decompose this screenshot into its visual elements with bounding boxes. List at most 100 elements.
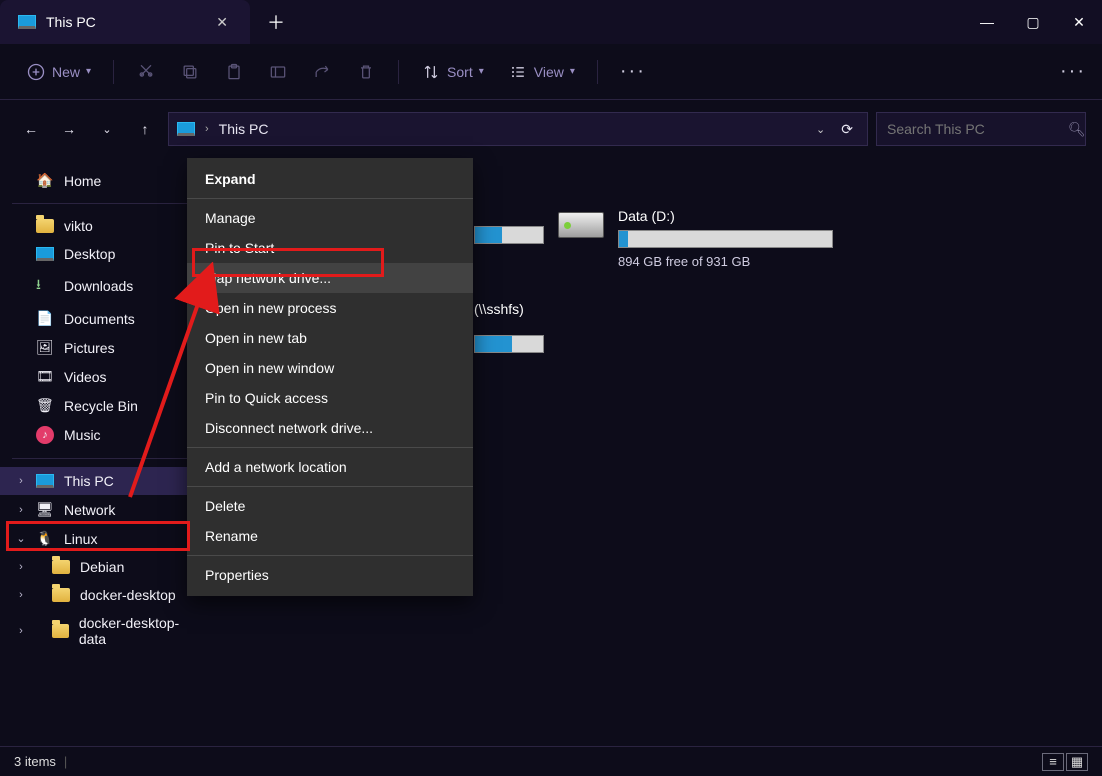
sidebar-item-debian[interactable]: › Debian [0, 553, 208, 581]
sort-icon [421, 62, 441, 82]
sidebar-item-this-pc[interactable]: › This PC [0, 467, 208, 495]
pc-icon [177, 122, 195, 136]
plus-circle-icon [26, 62, 46, 82]
title-bar: This PC ✕ ＋ — ▢ ✕ [0, 0, 1102, 44]
folder-icon [52, 624, 69, 638]
ctx-delete[interactable]: Delete [187, 491, 473, 521]
separator [12, 203, 196, 204]
up-button[interactable]: ↑ [130, 114, 160, 144]
ctx-expand[interactable]: Expand [187, 164, 473, 194]
tab-title: This PC [46, 14, 96, 30]
sidebar-item-vikto[interactable]: vikto [0, 212, 208, 240]
drive-c-partial[interactable] [474, 226, 544, 244]
drive-d[interactable]: Data (D:) 894 GB free of 931 GB [558, 208, 833, 269]
paste-button[interactable] [214, 56, 254, 88]
capacity-bar [474, 335, 544, 353]
context-menu: Expand Manage Pin to Start Map network d… [187, 158, 473, 596]
copy-button[interactable] [170, 56, 210, 88]
delete-button[interactable] [346, 56, 386, 88]
item-count: 3 items [14, 754, 56, 769]
sidebar-item-music[interactable]: ♪ Music [0, 420, 208, 450]
document-icon: 📄 [36, 310, 54, 327]
chevron-down-icon: ▾ [479, 66, 484, 77]
sidebar: 🏠 Home vikto Desktop ⭳ Downloads 📄 Docum… [0, 158, 208, 746]
capacity-bar [618, 230, 833, 248]
rename-button[interactable] [258, 56, 298, 88]
new-tab-button[interactable]: ＋ [254, 0, 298, 44]
cut-icon [136, 62, 156, 82]
separator [187, 555, 473, 556]
chevron-right-icon[interactable]: › [14, 561, 28, 573]
trash-icon [356, 62, 376, 82]
sidebar-item-network[interactable]: › 🖥 Network [0, 495, 208, 524]
minimize-button[interactable]: — [964, 0, 1010, 44]
chevron-down-icon: ▾ [570, 66, 575, 77]
refresh-button[interactable]: ⟳ [835, 121, 859, 138]
view-button[interactable]: View ▾ [498, 56, 585, 88]
copy-icon [180, 62, 200, 82]
forward-button[interactable]: → [54, 114, 84, 144]
maximize-button[interactable]: ▢ [1010, 0, 1056, 44]
separator [113, 60, 114, 84]
ctx-manage[interactable]: Manage [187, 203, 473, 233]
separator [12, 458, 196, 459]
pictures-icon: 🖼 [36, 339, 54, 356]
ctx-open-new-process[interactable]: Open in new process [187, 293, 473, 323]
separator: | [64, 754, 67, 769]
folder-icon [36, 219, 54, 233]
download-icon: ⭳ [36, 274, 54, 298]
sidebar-item-label: Desktop [64, 246, 115, 262]
sidebar-item-downloads[interactable]: ⭳ Downloads [0, 268, 208, 304]
tiles-view-button[interactable]: ▦ [1066, 753, 1088, 771]
sidebar-item-videos[interactable]: 🎞 Videos [0, 362, 208, 391]
tab-close-button[interactable]: ✕ [208, 10, 236, 35]
separator [187, 198, 473, 199]
details-view-button[interactable]: ≡ [1042, 753, 1064, 771]
sort-button[interactable]: Sort ▾ [411, 56, 494, 88]
sidebar-item-docker-desktop[interactable]: › docker-desktop [0, 581, 208, 609]
share-button[interactable] [302, 56, 342, 88]
chevron-right-icon[interactable]: › [14, 475, 28, 487]
ctx-add-network-location[interactable]: Add a network location [187, 452, 473, 482]
sidebar-item-desktop[interactable]: Desktop [0, 240, 208, 268]
sidebar-item-documents[interactable]: 📄 Documents [0, 304, 208, 333]
tab-this-pc[interactable]: This PC ✕ [0, 0, 250, 44]
address-path: This PC [219, 121, 269, 137]
cut-button[interactable] [126, 56, 166, 88]
pc-icon [18, 15, 36, 29]
folder-icon [52, 588, 70, 602]
sidebar-item-recycle[interactable]: 🗑 Recycle Bin [0, 391, 208, 420]
sidebar-item-label: Debian [80, 559, 124, 575]
more-button-left[interactable]: ··· [610, 54, 656, 89]
drive-sshfs-partial[interactable]: (\\sshfs) [474, 301, 544, 353]
sidebar-item-label: This PC [64, 473, 114, 489]
close-window-button[interactable]: ✕ [1056, 0, 1102, 44]
music-icon: ♪ [36, 426, 54, 444]
sidebar-item-home[interactable]: 🏠 Home [0, 166, 208, 195]
separator [187, 486, 473, 487]
search-box[interactable]: 🔍︎ [876, 112, 1086, 146]
chevron-right-icon[interactable]: › [14, 504, 28, 516]
separator [597, 60, 598, 84]
chevron-down-icon[interactable]: ⌄ [816, 123, 825, 136]
search-input[interactable] [887, 121, 1068, 137]
ctx-open-new-window[interactable]: Open in new window [187, 353, 473, 383]
ctx-rename[interactable]: Rename [187, 521, 473, 551]
more-button-right[interactable]: ··· [1060, 60, 1086, 83]
ctx-disconnect-drive[interactable]: Disconnect network drive... [187, 413, 473, 443]
ctx-open-new-tab[interactable]: Open in new tab [187, 323, 473, 353]
back-button[interactable]: ← [16, 114, 46, 144]
sidebar-item-label: Pictures [64, 340, 115, 356]
capacity-used [619, 231, 628, 247]
sidebar-item-docker-desktop-data[interactable]: › docker-desktop-data [0, 609, 208, 653]
chevron-right-icon[interactable]: › [14, 589, 28, 601]
address-bar[interactable]: › This PC ⌄ ⟳ [168, 112, 868, 146]
sidebar-item-pictures[interactable]: 🖼 Pictures [0, 333, 208, 362]
ctx-pin-quick-access[interactable]: Pin to Quick access [187, 383, 473, 413]
ctx-properties[interactable]: Properties [187, 560, 473, 590]
folder-icon [52, 560, 70, 574]
recent-button[interactable]: ⌄ [92, 114, 122, 144]
new-button[interactable]: New ▾ [16, 56, 101, 88]
chevron-right-icon[interactable]: › [14, 625, 28, 637]
share-icon [312, 62, 332, 82]
